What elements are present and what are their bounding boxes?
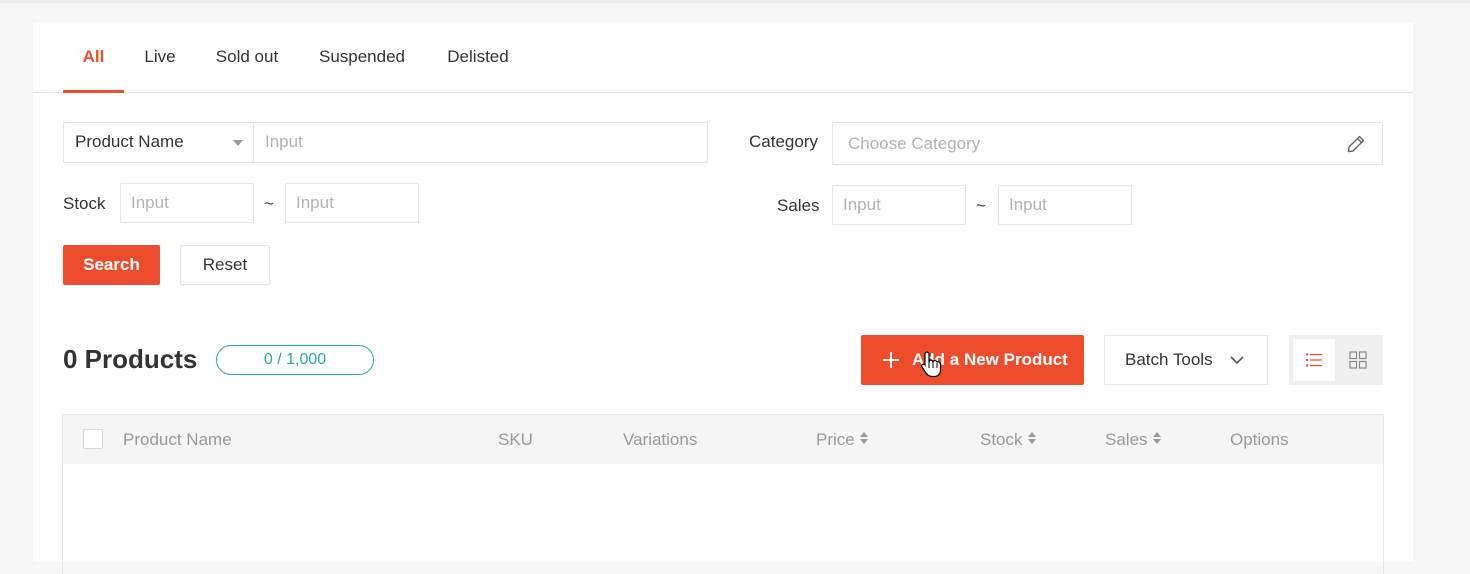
status-tabs: All Live Sold out Suspended Delisted [33,22,1413,93]
tab-delisted[interactable]: Delisted [443,22,513,92]
sales-max-input[interactable]: Input [998,185,1132,225]
category-input[interactable]: Choose Category [832,122,1383,165]
table-header: Product Name SKU Variations Price Stock … [63,415,1383,464]
tab-all[interactable]: All [63,22,124,93]
category-placeholder: Choose Category [848,134,981,153]
column-stock[interactable]: Stock [980,430,1037,450]
column-stock-label: Stock [980,430,1023,449]
column-price-label: Price [816,430,855,449]
search-field-select[interactable]: Product Name [64,123,254,162]
add-new-product-button[interactable]: Add a New Product [861,335,1084,385]
select-all-checkbox[interactable] [83,429,103,449]
stock-min-placeholder: Input [131,193,169,212]
column-sku: SKU [498,430,533,449]
product-list-panel: All Live Sold out Suspended Delisted Pro… [33,22,1413,574]
caret-down-icon [233,140,243,146]
search-field-group: Product Name Input [63,122,708,163]
product-count: 0 Products [63,344,198,374]
list-view-button[interactable] [1293,339,1335,381]
reset-button[interactable]: Reset [180,245,270,285]
sales-min-input[interactable]: Input [832,185,966,225]
column-options: Options [1230,430,1289,449]
search-input[interactable]: Input [255,123,707,162]
search-field-select-value: Product Name [75,132,184,151]
column-price[interactable]: Price [816,430,869,450]
tab-sold-out[interactable]: Sold out [211,22,283,92]
column-product-name: Product Name [123,430,232,449]
pencil-icon[interactable] [1346,134,1366,154]
sales-min-placeholder: Input [843,195,881,214]
list-icon [1306,353,1322,367]
plus-icon [883,352,899,368]
search-button[interactable]: Search [63,245,160,285]
stock-range-separator: ~ [264,194,274,213]
tab-suspended[interactable]: Suspended [316,22,408,92]
sort-icon [1152,432,1162,446]
product-table: Product Name SKU Variations Price Stock … [62,414,1384,574]
sort-icon [1027,432,1037,446]
grid-view-button[interactable] [1337,339,1379,381]
stock-max-input[interactable]: Input [285,183,419,223]
tab-live[interactable]: Live [140,22,180,92]
sales-range-separator: ~ [976,196,986,215]
column-variations: Variations [623,430,698,449]
top-divider [0,0,1470,3]
stock-min-input[interactable]: Input [120,183,254,223]
product-quota-badge: 0 / 1,000 [216,345,374,375]
stock-label: Stock [63,194,106,213]
column-sales[interactable]: Sales [1105,430,1162,450]
view-mode-toggle [1289,335,1383,385]
grid-icon [1349,351,1367,369]
stock-max-placeholder: Input [296,193,334,212]
sales-label: Sales [777,196,820,215]
batch-tools-label: Batch Tools [1125,350,1213,369]
column-sales-label: Sales [1105,430,1148,449]
sales-max-placeholder: Input [1009,195,1047,214]
category-label: Category [749,132,818,151]
chevron-down-icon [1230,356,1244,365]
sort-icon [859,432,869,446]
batch-tools-dropdown[interactable]: Batch Tools [1104,335,1268,385]
hand-cursor-icon [921,351,942,378]
search-input-placeholder: Input [265,132,303,151]
